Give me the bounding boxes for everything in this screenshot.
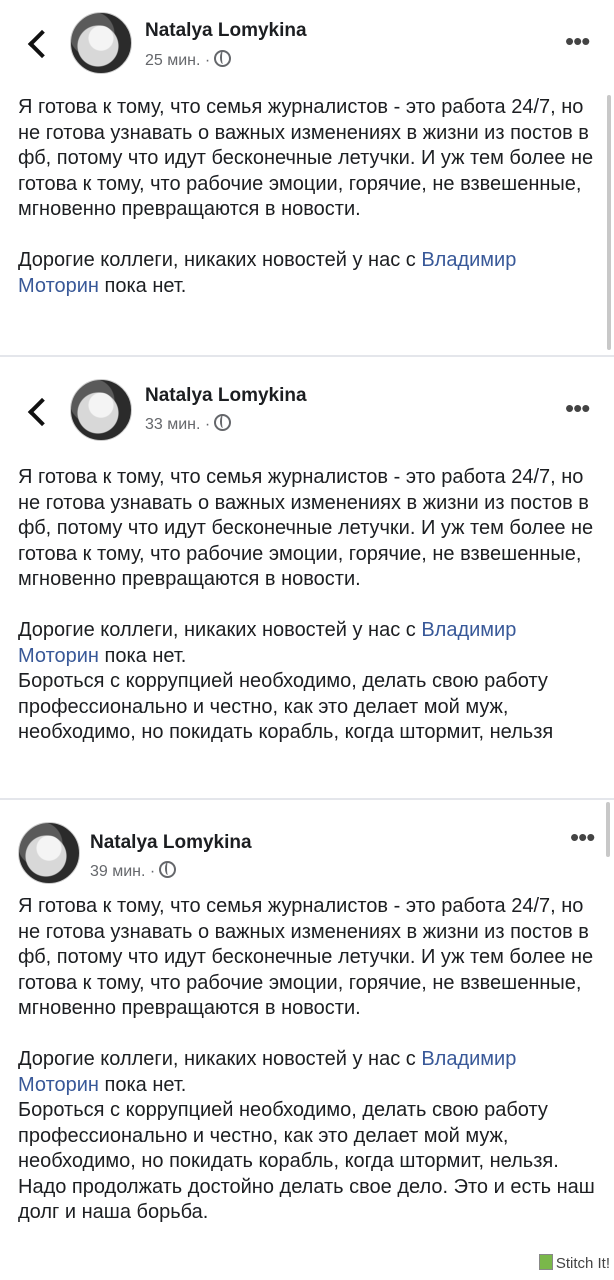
post-text: Я готова к тому, что семья журналистов -… [18, 894, 598, 1226]
post-time[interactable]: 33 мин. · [145, 414, 232, 434]
post-time[interactable]: 39 мин. · [90, 861, 177, 881]
text-span: Дорогие коллеги, никаких новостей у нас … [18, 249, 422, 271]
post-paragraph: Бороться с коррупцией необходимо, делать… [18, 1099, 595, 1223]
post-time[interactable]: 25 мин. · [145, 50, 232, 70]
post-time-label: 33 мин. · [145, 416, 211, 433]
more-options-icon[interactable]: ••• [570, 824, 595, 850]
text-span: Дорогие коллеги, никаких новостей у нас … [18, 1048, 422, 1070]
text-span: пока нет. [98, 644, 187, 667]
post-text: Я готова к тому, что семья журналистов -… [18, 95, 598, 299]
more-options-icon[interactable]: ••• [565, 28, 590, 54]
post-paragraph: Я готова к тому, что семья журналистов -… [18, 895, 594, 1019]
author-name[interactable]: Natalya Lomykina [145, 385, 307, 407]
text-span: пока нет. [98, 1073, 187, 1096]
post-paragraph: Дорогие коллеги, никаких новостей у нас … [18, 248, 598, 299]
back-chevron-icon[interactable] [27, 29, 57, 59]
post-paragraph: Дорогие коллеги, никаких новостей у нас … [18, 618, 598, 669]
author-name[interactable]: Natalya Lomykina [145, 20, 307, 42]
post-screenshot-2: Natalya Lomykina 33 мин. · ••• Я готова … [0, 357, 614, 798]
scrollbar[interactable] [607, 95, 611, 350]
post-time-label: 25 мин. · [145, 52, 211, 69]
post-time-label: 39 мин. · [90, 863, 156, 880]
author-name[interactable]: Natalya Lomykina [90, 832, 252, 854]
globe-icon [214, 50, 232, 67]
avatar[interactable] [70, 12, 132, 74]
globe-icon [159, 861, 177, 878]
stitch-logo-icon [538, 1254, 553, 1270]
watermark-label: Stitch It! [555, 1255, 610, 1272]
post-paragraph: Я готова к тому, что семья журналистов -… [18, 466, 594, 590]
watermark: Stitch It! [538, 1254, 610, 1272]
text-span: Дорогие коллеги, никаких новостей у нас … [18, 619, 422, 641]
text-span: пока нет. [98, 274, 187, 297]
post-paragraph: Бороться с коррупцией необходимо, делать… [18, 670, 554, 743]
back-chevron-icon[interactable] [27, 397, 57, 427]
globe-icon [214, 414, 232, 431]
more-options-icon[interactable]: ••• [565, 395, 590, 421]
post-paragraph: Я готова к тому, что семья журналистов -… [18, 96, 594, 220]
scrollbar[interactable] [606, 802, 610, 857]
post-paragraph: Дорогие коллеги, никаких новостей у нас … [18, 1047, 598, 1098]
post-screenshot-1: Natalya Lomykina 25 мин. · ••• Я готова … [0, 0, 614, 355]
avatar[interactable] [18, 822, 80, 884]
post-screenshot-3: Natalya Lomykina 39 мин. · ••• Я готова … [0, 800, 614, 1280]
avatar[interactable] [70, 379, 132, 441]
post-text: Я готова к тому, что семья журналистов -… [18, 465, 598, 746]
